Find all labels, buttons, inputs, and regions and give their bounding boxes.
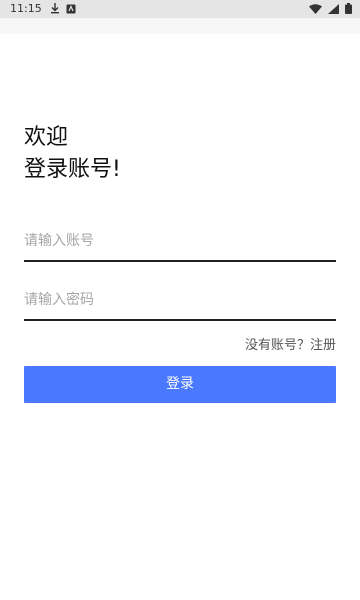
status-bar: 11:15 bbox=[0, 0, 360, 18]
welcome-line-1: 欢迎 bbox=[24, 125, 69, 150]
download-icon bbox=[51, 3, 59, 14]
status-right-icons bbox=[309, 3, 352, 14]
notification-app-icon bbox=[66, 4, 76, 13]
password-input[interactable] bbox=[24, 287, 336, 313]
welcome-line-2: 登录账号! bbox=[24, 157, 121, 182]
status-left-icons bbox=[50, 3, 76, 14]
account-input[interactable] bbox=[24, 228, 336, 254]
login-button[interactable]: 登录 bbox=[24, 366, 336, 403]
battery-icon bbox=[345, 3, 352, 14]
login-screen: 11:15 欢迎 登录账号! 请输入账号 没有账号？注册 登录 bbox=[0, 0, 360, 600]
register-link[interactable]: 没有账号？注册 bbox=[245, 334, 336, 353]
signal-icon bbox=[328, 3, 339, 14]
account-field bbox=[24, 222, 336, 262]
welcome-heading: 欢迎 登录账号! bbox=[24, 122, 121, 186]
password-field bbox=[24, 281, 336, 321]
wifi-icon bbox=[309, 3, 322, 14]
status-time: 11:15 bbox=[10, 2, 42, 15]
app-bar bbox=[0, 18, 360, 34]
